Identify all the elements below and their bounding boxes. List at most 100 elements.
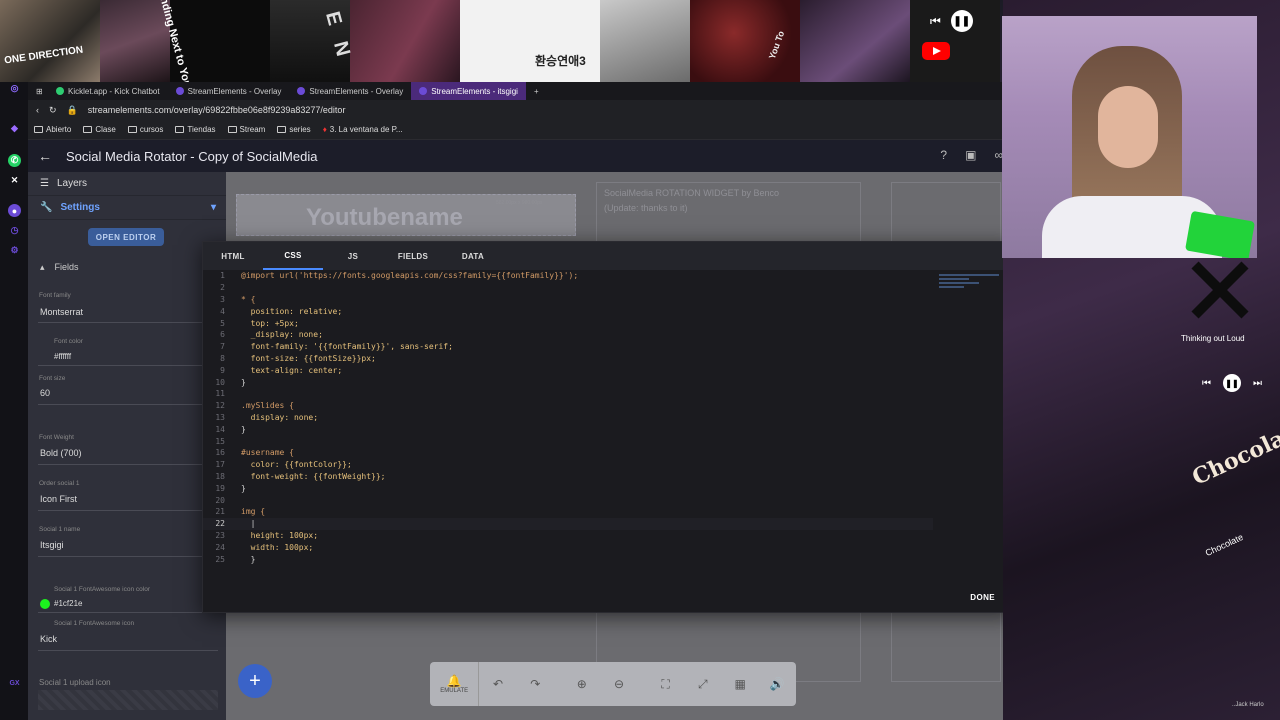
order-social-select[interactable]: Icon First bbox=[40, 494, 77, 504]
new-tab-button[interactable]: + bbox=[526, 82, 547, 100]
zoom-out-button[interactable]: ⊖ bbox=[600, 677, 637, 691]
tab-label: StreamElements - Overlay bbox=[187, 86, 282, 96]
bookmark-label: Abierto bbox=[46, 125, 72, 134]
bookmark-item[interactable]: Abierto bbox=[34, 125, 71, 134]
tab-data[interactable]: DATA bbox=[443, 242, 503, 270]
divider bbox=[38, 556, 218, 557]
code-line[interactable]: 17 color: {{fontColor}}; bbox=[203, 459, 933, 471]
bookmark-item[interactable]: Clase bbox=[83, 125, 116, 134]
settings-gear-icon[interactable]: ⚙ bbox=[8, 244, 21, 257]
font-color-input[interactable]: #ffffff bbox=[54, 352, 71, 361]
code-line[interactable]: 5 top: +5px; bbox=[203, 317, 933, 329]
back-icon[interactable]: ‹ bbox=[36, 105, 39, 115]
code-line[interactable]: 9 text-align: center; bbox=[203, 364, 933, 376]
bookmark-item[interactable]: series bbox=[277, 125, 311, 134]
history-icon[interactable]: ◷ bbox=[8, 224, 21, 237]
font-family-select[interactable]: Montserrat bbox=[40, 307, 83, 317]
emulate-button[interactable]: 🔔 EMULATE bbox=[430, 674, 478, 694]
tab-overlay-2[interactable]: StreamElements - Overlay bbox=[289, 82, 411, 100]
fontawesome-icon-input[interactable]: Kick bbox=[40, 634, 57, 644]
upload-icon-dropzone[interactable] bbox=[38, 690, 218, 710]
code-line[interactable]: 1 @import url('https://fonts.googleapis.c… bbox=[203, 270, 933, 282]
code-line[interactable]: 24 width: 100px; bbox=[203, 541, 933, 553]
tab-itsgigi[interactable]: StreamElements - itsgigi bbox=[411, 82, 526, 100]
preview-icon[interactable]: ▣ bbox=[965, 148, 976, 162]
code-line[interactable]: 12 .mySlides { bbox=[203, 400, 933, 412]
code-line[interactable]: 6 _display: none; bbox=[203, 329, 933, 341]
line-number: 6 bbox=[220, 330, 225, 340]
code-minimap[interactable] bbox=[939, 272, 1009, 298]
code-editor-modal: HTML CSS JS FIELDS DATA 1 @import url('ht… bbox=[202, 241, 1016, 613]
app-icon[interactable]: ◎ bbox=[8, 82, 21, 95]
code-line[interactable]: 19} bbox=[203, 482, 933, 494]
volume-button[interactable]: 🔊 bbox=[759, 677, 796, 691]
prev-track-icon[interactable]: ⏮ bbox=[1202, 378, 1211, 389]
tab-menu-icon[interactable]: ⊞ bbox=[28, 82, 48, 100]
code-line[interactable]: 18 font-weight: {{fontWeight}}; bbox=[203, 471, 933, 483]
pause-icon[interactable]: ❚❚ bbox=[1223, 374, 1241, 392]
url-field[interactable]: streamelements.com/overlay/69822fbbe06e8… bbox=[88, 105, 346, 115]
tab-html[interactable]: HTML bbox=[203, 242, 263, 270]
tab-js[interactable]: JS bbox=[323, 242, 383, 270]
zoom-in-button[interactable]: ⊕ bbox=[563, 677, 600, 691]
social-name-input[interactable]: Itsgigi bbox=[40, 540, 64, 550]
line-number: 3 bbox=[220, 294, 225, 304]
code-line[interactable]: 4 position: relative; bbox=[203, 305, 933, 317]
code-line[interactable]: 13 display: none; bbox=[203, 412, 933, 424]
code-line[interactable]: 8 font-size: {{fontSize}}px; bbox=[203, 353, 933, 365]
code-line[interactable]: 11 bbox=[203, 388, 933, 400]
fields-section-header[interactable]: ▴ Fields bbox=[40, 262, 79, 273]
code-line[interactable]: 15 bbox=[203, 435, 933, 447]
next-track-icon[interactable]: ⏭ bbox=[1253, 378, 1262, 389]
whatsapp-icon[interactable]: ✆ bbox=[8, 154, 21, 167]
layers-row[interactable]: ☰ Layers bbox=[28, 172, 226, 196]
code-line[interactable]: 20 bbox=[203, 494, 933, 506]
code-line[interactable]: 10} bbox=[203, 376, 933, 388]
code-line[interactable]: 23 height: 100px; bbox=[203, 530, 933, 542]
tab-overlay-1[interactable]: StreamElements - Overlay bbox=[168, 82, 290, 100]
redo-button[interactable]: ↷ bbox=[517, 677, 554, 691]
line-number: 11 bbox=[215, 389, 225, 399]
bookmark-item[interactable]: cursos bbox=[127, 125, 163, 134]
code-line[interactable]: 22 | bbox=[203, 517, 933, 530]
pause-icon[interactable]: ❚❚ bbox=[950, 10, 973, 32]
back-arrow-icon[interactable]: ← bbox=[38, 148, 52, 164]
grid-button[interactable]: ▦ bbox=[721, 677, 758, 691]
youtube-icon[interactable] bbox=[922, 42, 950, 60]
line-content: } bbox=[241, 424, 246, 434]
code-line[interactable]: 2 bbox=[203, 282, 933, 294]
color-swatch[interactable] bbox=[40, 599, 50, 609]
code-line[interactable]: 7 font-family: '{{fontFamily}}', sans-se… bbox=[203, 341, 933, 353]
line-number: 2 bbox=[220, 283, 225, 293]
done-button[interactable]: DONE bbox=[970, 593, 995, 602]
bookmark-item[interactable]: ♦ 3. La ventana de P... bbox=[323, 125, 403, 134]
bookmark-item[interactable]: Stream bbox=[227, 125, 265, 134]
bookmark-item[interactable]: Tiendas bbox=[175, 125, 216, 134]
tab-fields[interactable]: FIELDS bbox=[383, 242, 443, 270]
code-line[interactable]: 14} bbox=[203, 423, 933, 435]
divider bbox=[38, 365, 218, 366]
code-line[interactable]: 25 } bbox=[203, 553, 933, 565]
undo-button[interactable]: ↶ bbox=[479, 677, 516, 691]
code-area[interactable]: 1 @import url('https://fonts.googleapis.c… bbox=[203, 270, 933, 570]
add-widget-button[interactable]: + bbox=[238, 664, 272, 698]
sidebar-toggle-icon[interactable]: GX bbox=[8, 677, 21, 690]
icon-color-input[interactable]: #1cf21e bbox=[54, 599, 82, 608]
tab-kicklet[interactable]: Kicklet.app - Kick Chatbot bbox=[48, 82, 168, 100]
code-line[interactable]: 16 #username { bbox=[203, 447, 933, 459]
font-weight-select[interactable]: Bold (700) bbox=[40, 448, 82, 458]
settings-row[interactable]: 🔧 Settings ▾ bbox=[28, 196, 226, 220]
font-size-input[interactable]: 60 bbox=[40, 388, 50, 398]
streamelements-icon[interactable]: ◆ bbox=[8, 122, 21, 135]
fit-button[interactable]: ⤢ bbox=[684, 677, 721, 692]
code-line[interactable]: 21 img { bbox=[203, 506, 933, 518]
open-editor-button[interactable]: OPEN EDITOR bbox=[88, 228, 164, 246]
prev-track-icon[interactable]: ⏮ bbox=[930, 14, 941, 29]
twitch-icon[interactable]: ● bbox=[8, 204, 21, 217]
tab-css[interactable]: CSS bbox=[263, 242, 323, 270]
fullscreen-button[interactable]: ⛶ bbox=[647, 677, 684, 692]
help-icon[interactable]: ? bbox=[940, 148, 947, 162]
reload-icon[interactable]: ↻ bbox=[49, 105, 57, 116]
code-line[interactable]: 3 * { bbox=[203, 294, 933, 306]
x-icon[interactable]: ✕ bbox=[8, 174, 21, 187]
